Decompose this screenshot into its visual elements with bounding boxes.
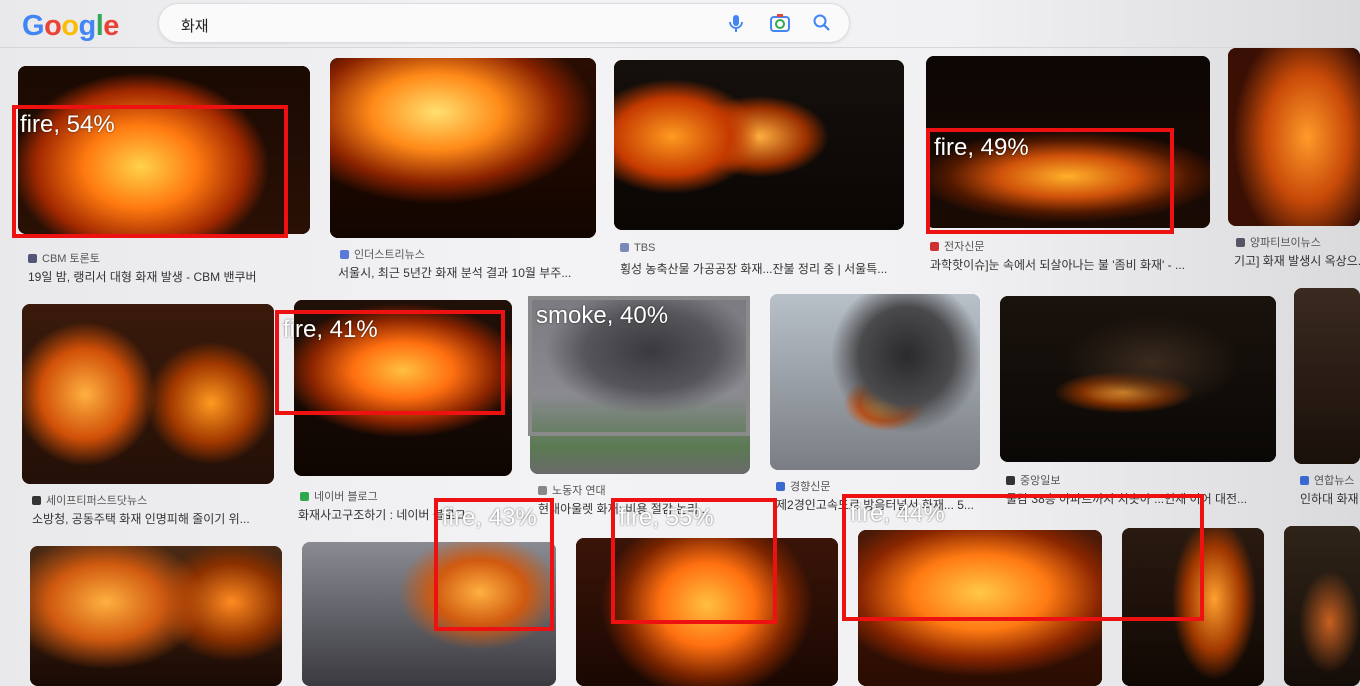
result-source[interactable]: CBM 토론토 xyxy=(28,250,100,266)
search-input[interactable]: 화재 xyxy=(181,15,209,36)
image-result[interactable] xyxy=(1000,296,1276,462)
detection-box: smoke, 40% xyxy=(528,296,750,436)
microphone-icon[interactable] xyxy=(725,12,747,34)
result-source[interactable]: 전자신문 xyxy=(930,238,984,254)
detection-box: fire, 49% xyxy=(926,128,1174,234)
result-source[interactable]: 양파티브이뉴스 xyxy=(1236,234,1321,250)
result-source[interactable]: 네이버 블로그 xyxy=(300,488,378,504)
detection-label: fire, 55% xyxy=(619,504,714,531)
image-result[interactable] xyxy=(1294,288,1360,464)
result-title[interactable]: 과학핫이슈]눈 속에서 되살아나는 불 '좀비 화재' - ... xyxy=(930,256,1208,273)
detection-box: fire, 54% xyxy=(12,105,288,238)
detection-label: fire, 43% xyxy=(442,504,537,531)
header-divider xyxy=(0,47,1360,48)
google-logo[interactable]: Google xyxy=(22,10,119,43)
detection-box: fire, 43% xyxy=(434,498,554,631)
image-result[interactable] xyxy=(30,546,282,686)
detection-box: fire, 41% xyxy=(275,310,505,415)
detection-label: fire, 49% xyxy=(934,134,1029,161)
camera-lens-icon[interactable] xyxy=(769,12,791,34)
result-source[interactable]: 노동자 연대 xyxy=(538,482,606,498)
result-source[interactable]: 경향신문 xyxy=(776,478,830,494)
search-box[interactable]: 화재 xyxy=(158,3,850,43)
detection-label: fire, 44% xyxy=(850,500,945,527)
result-source[interactable]: 인더스트리뉴스 xyxy=(340,246,425,262)
result-title[interactable]: 인하대 화재 xyxy=(1300,490,1360,507)
result-title[interactable]: 횡성 농축산물 가공공장 화재...잔불 정리 중 | 서울특... xyxy=(620,260,904,277)
result-source[interactable]: 중앙일보 xyxy=(1006,472,1060,488)
result-source[interactable]: TBS xyxy=(620,242,655,254)
top-bar: Google 화재 xyxy=(0,0,1360,48)
image-result[interactable] xyxy=(614,60,904,230)
result-source[interactable]: 세이프티퍼스트닷뉴스 xyxy=(32,492,147,508)
detection-box: fire, 55% xyxy=(611,498,777,624)
detection-label: fire, 41% xyxy=(283,316,378,343)
result-title[interactable]: 19일 밤, 랭리서 대형 화재 발생 - CBM 밴쿠버 xyxy=(28,268,308,285)
search-icon[interactable] xyxy=(811,12,833,34)
image-result[interactable] xyxy=(770,294,980,470)
result-title[interactable]: 소방청, 공동주택 화재 인명피해 줄이기 위... xyxy=(32,510,276,527)
detection-label: smoke, 40% xyxy=(536,302,669,329)
image-result[interactable] xyxy=(330,58,596,238)
detection-box: fire, 44% xyxy=(842,494,1204,621)
image-result[interactable] xyxy=(1228,48,1360,226)
image-result[interactable] xyxy=(22,304,274,484)
result-source[interactable]: 연합뉴스 xyxy=(1300,472,1354,488)
image-result[interactable] xyxy=(1284,526,1360,686)
result-title[interactable]: 기고] 화재 발생시 옥상으... xyxy=(1234,252,1360,269)
result-title[interactable]: 서울시, 최근 5년간 화재 분석 결과 10월 부주... xyxy=(338,264,596,281)
detection-label: fire, 54% xyxy=(20,111,115,138)
